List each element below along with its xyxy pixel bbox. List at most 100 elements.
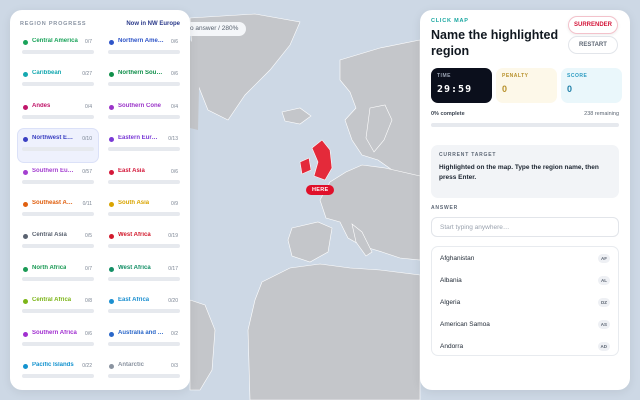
region-progress-bar [108, 309, 180, 314]
region-progress-bar [22, 373, 94, 378]
region-card[interactable]: Antarctic 0/3 [104, 356, 184, 388]
region-progress-bar [22, 211, 94, 216]
region-name: West Africa [118, 264, 151, 271]
region-dot [23, 201, 28, 207]
region-dot [109, 72, 114, 78]
region-card[interactable]: South Asia 0/9 [104, 194, 184, 226]
region-card[interactable]: Southern Eu… 0/57 [18, 162, 98, 194]
suggestion-item[interactable]: Andorra AD [432, 335, 618, 355]
region-card[interactable]: Southern Cone 0/4 [104, 97, 184, 129]
region-count: 0/5 [85, 233, 92, 240]
restart-button[interactable]: RESTART [568, 36, 618, 54]
answer-label: ANSWER [431, 205, 459, 211]
region-name: Andes [32, 102, 51, 109]
region-dot [109, 234, 114, 240]
region-dot [23, 299, 28, 305]
region-dot [109, 40, 114, 45]
region-card[interactable]: Northern Sou… 0/6 [104, 64, 184, 96]
region-name: Caribbean [32, 70, 62, 77]
suggestion-code: AL [598, 275, 610, 285]
suggestion-item[interactable]: Afghanistan AF [432, 247, 618, 269]
region-dot [23, 363, 28, 369]
region-name: Northern Sou… [118, 70, 163, 77]
suggestion-list: Afghanistan AF Albania AL Algeria DZ American … [431, 246, 619, 356]
progress-bar [431, 123, 619, 127]
suggestion-item[interactable]: Algeria DZ [432, 291, 618, 313]
region-card[interactable]: East Africa 0/20 [104, 291, 184, 323]
region-count: 0/2 [171, 330, 178, 337]
region-dot [23, 137, 28, 143]
region-dot [109, 331, 114, 337]
answer-input[interactable] [431, 217, 619, 237]
region-card[interactable]: Eastern Eur… 0/13 [104, 129, 184, 161]
region-progress-bar [108, 211, 180, 216]
here-marker: HERE [306, 185, 335, 195]
region-name: Southern Cone [118, 102, 161, 109]
region-card[interactable]: Southern Africa 0/6 [18, 324, 98, 356]
region-grid: Central America 0/7 Northern Ame… 0/6 Caribb… [18, 32, 184, 388]
region-dot [109, 169, 114, 175]
region-count: 0/7 [85, 265, 92, 272]
region-count: 0/19 [168, 233, 178, 240]
region-count: 0/8 [85, 298, 92, 305]
region-dot [23, 169, 28, 175]
region-progress-bar [22, 147, 94, 152]
penalty-label: PENALTY [502, 73, 529, 79]
region-card[interactable]: Central Africa 0/8 [18, 291, 98, 323]
region-name: Central Asia [32, 232, 67, 239]
region-dot [23, 266, 28, 272]
region-card[interactable]: North Africa 0/7 [18, 259, 98, 291]
region-card[interactable]: Central Asia 0/5 [18, 226, 98, 258]
region-card[interactable]: Pacific Islands 0/22 [18, 356, 98, 388]
region-progress-bar [108, 147, 180, 152]
region-count: 0/11 [82, 200, 92, 207]
region-card[interactable]: East Asia 0/6 [104, 162, 184, 194]
region-progress-bar [22, 179, 94, 184]
region-dot [23, 104, 28, 110]
region-card[interactable]: Australia and … 0/2 [104, 324, 184, 356]
suggestion-item[interactable]: Albania AL [432, 269, 618, 291]
suggestion-name: Andorra [440, 342, 464, 350]
score-label: SCORE [567, 73, 588, 79]
region-progress-bar [22, 82, 94, 87]
suggestion-code: AD [597, 341, 610, 351]
region-card[interactable]: Andes 0/4 [18, 97, 98, 129]
region-name: Southeast A… [32, 199, 73, 206]
progress-row: 0% complete 238 remaining [431, 111, 619, 117]
region-progress-bar [22, 114, 94, 119]
region-name: East Asia [118, 167, 145, 174]
region-card[interactable]: West Africa 0/17 [104, 259, 184, 291]
region-dot [23, 234, 28, 240]
suggestion-code: DZ [598, 297, 610, 307]
suggestion-name: Algeria [440, 298, 461, 306]
region-card[interactable]: West Africa 0/19 [104, 226, 184, 258]
page-title: Name the highlighted region [431, 28, 559, 58]
region-card[interactable]: Northern Ame… 0/6 [104, 32, 184, 64]
progress-complete: 0% complete [431, 111, 465, 117]
current-region-label: Now in NW Europe [126, 21, 180, 27]
time-value: 29:59 [437, 84, 473, 95]
region-name: South Asia [118, 199, 150, 206]
region-progress-bar [108, 50, 180, 54]
penalty-value: 0 [502, 84, 508, 94]
region-name: North Africa [32, 264, 67, 271]
penalty-stat: PENALTY 0 [496, 68, 557, 103]
region-card[interactable]: Caribbean 0/27 [18, 64, 98, 96]
region-name: Pacific Islands [32, 361, 74, 368]
region-count: 0/4 [171, 103, 178, 110]
region-dot [109, 266, 114, 272]
region-progress-bar [108, 341, 180, 346]
surrender-button[interactable]: SURRENDER [568, 16, 618, 34]
region-progress-bar [22, 341, 94, 346]
region-progress-bar [22, 50, 94, 54]
region-card[interactable]: Northwest E… 0/10 [18, 129, 98, 162]
region-name: East Africa [118, 297, 150, 304]
region-progress-bar [108, 114, 180, 119]
region-dot [23, 331, 28, 337]
region-dot [109, 104, 114, 110]
region-name: Northwest E… [32, 135, 74, 142]
suggestion-item[interactable]: American Samoa AS [432, 313, 618, 335]
region-card[interactable]: Central America 0/7 [18, 32, 98, 64]
region-dot [23, 72, 28, 78]
region-card[interactable]: Southeast A… 0/11 [18, 194, 98, 226]
